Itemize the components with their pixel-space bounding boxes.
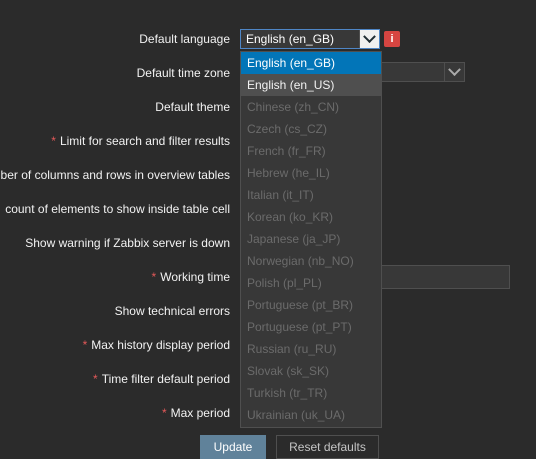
- field-label-text: Default time zone: [136, 66, 230, 80]
- default-language-select[interactable]: English (en_GB): [240, 29, 380, 49]
- field-label: Default time zone: [0, 62, 230, 84]
- settings-form: Default language Default time zone Default…: [0, 0, 536, 459]
- language-option: Portuguese (pt_PT): [247, 320, 352, 334]
- field-label: * Limit for search and filter results: [0, 130, 230, 152]
- field-label-text: Show warning if Zabbix server is down: [25, 236, 230, 250]
- language-option: Portuguese (pt_BR): [247, 298, 354, 312]
- time-zone-dropdown-button[interactable]: [444, 62, 464, 81]
- language-option: Slovak (sk_SK): [247, 364, 330, 378]
- info-icon[interactable]: i: [384, 31, 400, 47]
- field-label-text: Default theme: [155, 100, 230, 114]
- required-mark: *: [151, 270, 157, 284]
- field-label: * Max period: [0, 402, 230, 424]
- language-option[interactable]: English (en_GB): [241, 52, 381, 74]
- field-label: Show technical errors: [0, 300, 230, 322]
- language-option[interactable]: English (en_US): [241, 74, 381, 96]
- language-option: Hebrew (he_IL): [247, 166, 330, 180]
- language-option: French (fr_FR): [247, 144, 326, 158]
- required-mark: *: [82, 338, 88, 352]
- field-label: ber of columns and rows in overview tabl…: [0, 164, 230, 186]
- field-label: Default language: [0, 28, 230, 50]
- field-label: count of elements to show inside table c…: [0, 198, 230, 220]
- language-option: Russian (ru_RU): [247, 342, 337, 356]
- field-label-text: Max period: [170, 406, 230, 420]
- field-label-text: ber of columns and rows in overview tabl…: [0, 168, 230, 182]
- field-label-text: Time filter default period: [101, 372, 230, 386]
- language-option: Polish (pl_PL): [247, 276, 322, 290]
- field-label-text: Show technical errors: [114, 304, 230, 318]
- field-label: * Max history display period: [0, 334, 230, 356]
- language-option: Turkish (tr_TR): [247, 386, 328, 400]
- field-label-text: count of elements to show inside table c…: [5, 202, 230, 216]
- field-label: Show warning if Zabbix server is down: [0, 232, 230, 254]
- chevron-down-icon: [448, 62, 461, 76]
- language-option: Chinese (zh_CN): [247, 100, 340, 114]
- language-option: Italian (it_IT): [247, 188, 314, 202]
- language-option: Czech (cs_CZ): [247, 122, 328, 136]
- field-label-text: Default language: [139, 32, 230, 46]
- field-label-text: Working time: [160, 270, 230, 284]
- default-language-dropdown-button[interactable]: [359, 29, 379, 48]
- reset-defaults-button[interactable]: Reset defaults: [276, 435, 379, 459]
- update-button[interactable]: Update: [200, 435, 266, 459]
- field-label-text: Max history display period: [91, 338, 230, 352]
- field-label: * Working time: [0, 266, 230, 288]
- required-mark: *: [161, 406, 167, 420]
- field-label-text: Limit for search and filter results: [59, 134, 230, 148]
- language-option: Japanese (ja_JP): [247, 232, 341, 246]
- required-mark: *: [93, 372, 98, 386]
- language-option: Norwegian (nb_NO): [247, 254, 354, 268]
- required-mark: *: [51, 134, 56, 148]
- chevron-down-icon: [363, 29, 376, 43]
- language-dropdown-list[interactable]: English (en_GB) English (en_US) Chinese (z…: [240, 51, 382, 428]
- field-label: Default theme: [0, 96, 230, 118]
- default-language-value: English (en_GB): [246, 32, 335, 46]
- language-option: Ukrainian (uk_UA): [247, 408, 346, 422]
- field-label: * Time filter default period: [0, 368, 230, 390]
- language-option: Korean (ko_KR): [247, 210, 334, 224]
